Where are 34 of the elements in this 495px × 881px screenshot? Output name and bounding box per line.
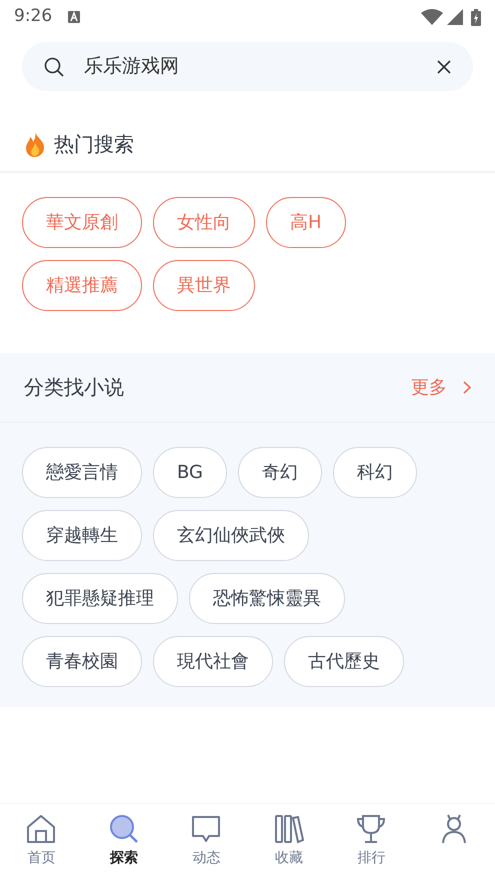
search-input[interactable]: 乐乐游戏网 [82, 51, 437, 82]
nav-tab[interactable]: 动态 [165, 804, 248, 881]
books-icon [274, 814, 304, 844]
nav-tab[interactable]: 排行 [330, 804, 412, 881]
nav-tab[interactable]: 收藏 [248, 804, 330, 881]
keyboard-icon [68, 11, 80, 23]
signal-icon [447, 9, 463, 25]
category-chip[interactable]: 戀愛言情 [22, 447, 142, 498]
category-chip[interactable]: 科幻 [332, 447, 417, 498]
nav-tab[interactable]: 探索 [82, 804, 165, 881]
category-chip[interactable]: 現代社會 [153, 636, 273, 687]
search-field[interactable]: 乐乐游戏网 [22, 42, 473, 91]
status-time: 9:26 [14, 5, 52, 28]
chevron-icon [463, 380, 471, 394]
trophy-icon [356, 814, 386, 844]
category-chip[interactable]: 恐怖驚悚靈異 [189, 573, 345, 624]
category-chip[interactable]: 青春校園 [22, 636, 142, 687]
category-chip[interactable]: 穿越轉生 [22, 510, 142, 561]
category-chip[interactable]: 古代歷史 [284, 636, 404, 687]
section-title: 分类找小说 [24, 374, 125, 401]
section-title: 热门搜索 [54, 131, 134, 158]
wifi-icon [421, 9, 443, 25]
category-chip[interactable]: 犯罪懸疑推理 [22, 573, 178, 624]
nav-tab[interactable]: 首页 [0, 804, 82, 881]
category-chip[interactable]: 奇幻 [238, 447, 322, 498]
flame-icon [24, 132, 46, 156]
search-icon[interactable] [44, 56, 64, 76]
category-chip[interactable]: BG [153, 447, 227, 498]
search-icon [108, 814, 139, 844]
home-icon [26, 814, 56, 844]
close-icon[interactable] [437, 60, 451, 74]
battery-icon [471, 8, 481, 26]
category-chip[interactable]: 玄幻仙俠武俠 [153, 510, 309, 561]
chat-icon [191, 814, 222, 844]
